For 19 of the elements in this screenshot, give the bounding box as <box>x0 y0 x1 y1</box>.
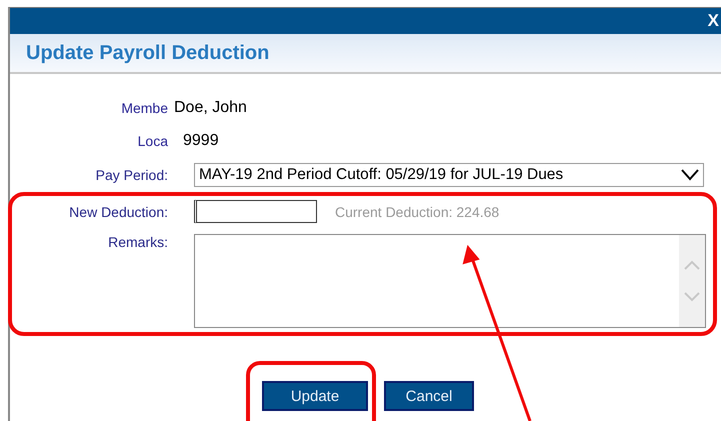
field-label: New Deduction: <box>68 204 168 220</box>
field-label: Membe <box>120 100 168 116</box>
field-value: 9999 <box>183 131 219 151</box>
scrollbar[interactable] <box>679 235 705 327</box>
window-title: Update Payroll Deduction <box>26 42 270 64</box>
field-label: Pay Period: <box>94 167 168 183</box>
cancel-button[interactable]: Cancel <box>384 381 474 411</box>
deduction-field[interactable] <box>194 200 317 223</box>
field-label: Remarks: <box>107 234 168 250</box>
update-button[interactable]: Update <box>262 381 368 411</box>
remarks-field[interactable] <box>194 234 706 328</box>
field-label: Loca <box>136 133 168 149</box>
current-deduction-text: Current Deduction: 224.68 <box>335 204 500 220</box>
pay-period-dropdown[interactable]: MAY-19 2nd Period Cutoff: 05/29/19 for JUL-19 Dues <box>194 163 704 187</box>
chevron-down-icon <box>681 169 699 181</box>
scroll-up-icon[interactable] <box>684 260 700 270</box>
scroll-down-icon[interactable] <box>684 292 700 302</box>
field-value: Doe, John <box>174 98 247 118</box>
close-button[interactable]: X <box>702 11 721 31</box>
